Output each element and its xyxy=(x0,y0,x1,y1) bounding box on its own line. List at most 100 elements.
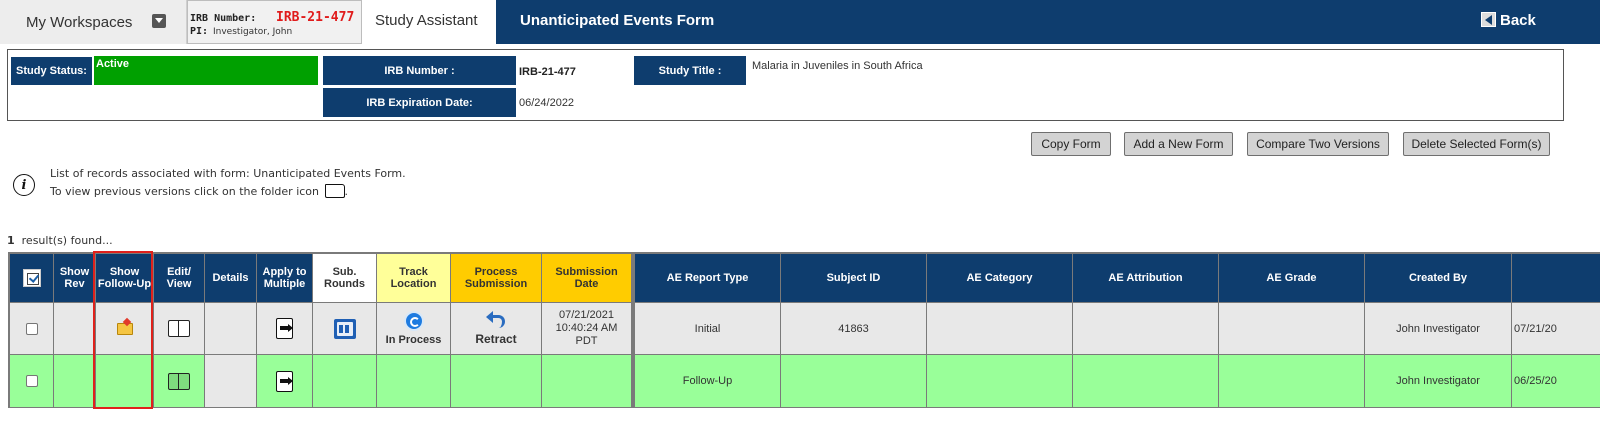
header-date-partial xyxy=(1512,254,1600,302)
irb-expiration-value: 06/24/2022 xyxy=(519,97,575,109)
row1-ae-grade xyxy=(1219,303,1364,354)
folder-icon xyxy=(324,184,345,198)
row2-show-followup xyxy=(96,355,153,407)
row1-submission-date-line3: PDT xyxy=(575,335,598,347)
select-all-header[interactable] xyxy=(10,254,53,302)
row1-apply-multiple xyxy=(257,303,312,354)
back-button[interactable]: Back xyxy=(1481,12,1536,29)
row2-submission-date xyxy=(542,355,631,407)
study-status-value: Active xyxy=(94,56,318,85)
row1-subject-id: 41863 xyxy=(781,303,926,354)
irb-summary-box: IRB Number: IRB-21-477 PI: Investigator,… xyxy=(187,0,362,44)
info-icon: i xyxy=(13,174,35,196)
row1-ae-category xyxy=(927,303,1072,354)
row1-show-followup xyxy=(96,303,153,354)
records-table: Show Rev Show Follow-Up Edit/ View Detai… xyxy=(8,252,1600,408)
workspaces-menu[interactable]: My Workspaces xyxy=(0,0,187,44)
delete-forms-button[interactable]: Delete Selected Form(s) xyxy=(1403,132,1550,156)
row1-select-cell xyxy=(10,303,53,354)
study-title-value: Malaria in Juveniles in South Africa xyxy=(752,60,923,72)
row1-sub-rounds xyxy=(313,303,376,354)
row2-edit-view xyxy=(154,355,204,407)
header-show-followup: Show Follow-Up xyxy=(96,254,153,302)
track-location-icon[interactable] xyxy=(403,311,424,331)
copy-form-button[interactable]: Copy Form xyxy=(1031,132,1111,156)
row1-submission-date-line1: 07/21/2021 xyxy=(558,309,615,321)
tab-study-assistant[interactable]: Study Assistant xyxy=(362,0,496,44)
retract-icon[interactable] xyxy=(486,311,506,329)
row2-ae-report-type: Follow-Up xyxy=(635,355,780,407)
header-process-submission: Process Submission xyxy=(451,254,541,302)
row1-edit-view xyxy=(154,303,204,354)
row2-show-rev xyxy=(54,355,95,407)
header-subject-id: Subject ID xyxy=(781,254,926,302)
column-divider xyxy=(632,355,634,407)
row2-date-partial: 06/25/20 xyxy=(1512,355,1600,407)
chevron-down-icon[interactable] xyxy=(152,14,166,28)
row2-subject-id xyxy=(781,355,926,407)
row2-ae-category xyxy=(927,355,1072,407)
row1-submission-date-line2: 10:40:24 AM xyxy=(555,322,618,334)
row2-process-submission xyxy=(451,355,541,407)
row2-details xyxy=(205,355,256,407)
row1-retract-label[interactable]: Retract xyxy=(475,332,516,346)
header-apply-multiple: Apply to Multiple xyxy=(257,254,312,302)
info-text-line1: List of records associated with form: Un… xyxy=(50,167,406,180)
row2-created-by: John Investigator xyxy=(1365,355,1511,407)
row1-track-location[interactable]: In Process xyxy=(377,303,450,354)
apply-multiple-icon[interactable] xyxy=(276,370,293,392)
book-icon[interactable] xyxy=(168,372,190,390)
apply-multiple-icon[interactable] xyxy=(276,318,293,339)
irb-number-label: IRB Number: xyxy=(190,13,257,24)
row2-checkbox[interactable] xyxy=(25,375,38,387)
results-count-text: result(s) found... xyxy=(21,234,113,247)
header-created-by: Created By xyxy=(1365,254,1511,302)
results-count-number: 1 xyxy=(7,234,15,247)
irb-expiration-label: IRB Expiration Date: xyxy=(323,88,516,117)
irb-number-label: IRB Number : xyxy=(323,56,516,85)
pi-name: Investigator, John xyxy=(213,27,293,37)
add-new-form-button[interactable]: Add a New Form xyxy=(1124,132,1233,156)
row2-track-location xyxy=(377,355,450,407)
info-text-line2-end: . xyxy=(344,185,349,198)
study-info-panel: Study Status: Active IRB Number : IRB-21… xyxy=(7,49,1564,121)
compare-versions-button[interactable]: Compare Two Versions xyxy=(1247,132,1389,156)
results-count: 1 result(s) found... xyxy=(7,234,113,247)
info-text-line2-label: To view previous versions click on the f… xyxy=(50,185,320,198)
sub-rounds-icon[interactable] xyxy=(333,318,356,339)
irb-number-value: IRB-21-477 xyxy=(519,66,576,78)
study-title-label: Study Title : xyxy=(634,56,746,85)
row2-apply-multiple xyxy=(257,355,312,407)
book-icon[interactable] xyxy=(168,320,190,337)
header-submission-date: Submission Date xyxy=(542,254,631,302)
page-title: Unanticipated Events Form xyxy=(520,12,715,29)
header-ae-report-type: AE Report Type xyxy=(635,254,780,302)
header-ae-category: AE Category xyxy=(927,254,1072,302)
header-ae-grade: AE Grade xyxy=(1219,254,1364,302)
followup-folder-icon[interactable] xyxy=(116,322,133,335)
info-text-line2: To view previous versions click on the f… xyxy=(50,184,348,198)
row1-details xyxy=(205,303,256,354)
row1-submission-date: 07/21/2021 10:40:24 AM PDT xyxy=(542,303,631,354)
row1-checkbox[interactable] xyxy=(25,322,38,335)
header-show-rev: Show Rev xyxy=(54,254,95,302)
tab-study-assistant-label: Study Assistant xyxy=(375,12,478,29)
row2-ae-grade xyxy=(1219,355,1364,407)
header-ae-attribution: AE Attribution xyxy=(1073,254,1218,302)
select-all-icon[interactable] xyxy=(22,269,41,287)
top-bar: My Workspaces IRB Number: IRB-21-477 PI:… xyxy=(0,0,1600,44)
row1-show-rev xyxy=(54,303,95,354)
study-status-label: Study Status: xyxy=(11,57,92,85)
row1-created-by: John Investigator xyxy=(1365,303,1511,354)
row1-ae-attribution xyxy=(1073,303,1218,354)
back-arrow-icon xyxy=(1481,12,1496,27)
row1-process-submission[interactable]: Retract xyxy=(451,303,541,354)
row2-select-cell xyxy=(10,355,53,407)
row1-track-label: In Process xyxy=(385,334,442,346)
row1-date-partial: 07/21/20 xyxy=(1512,303,1600,354)
row1-ae-report-type: Initial xyxy=(635,303,780,354)
workspaces-label: My Workspaces xyxy=(26,14,133,31)
irb-number-value: IRB-21-477 xyxy=(276,10,355,25)
header-track-location: Track Location xyxy=(377,254,450,302)
column-divider xyxy=(632,303,634,354)
